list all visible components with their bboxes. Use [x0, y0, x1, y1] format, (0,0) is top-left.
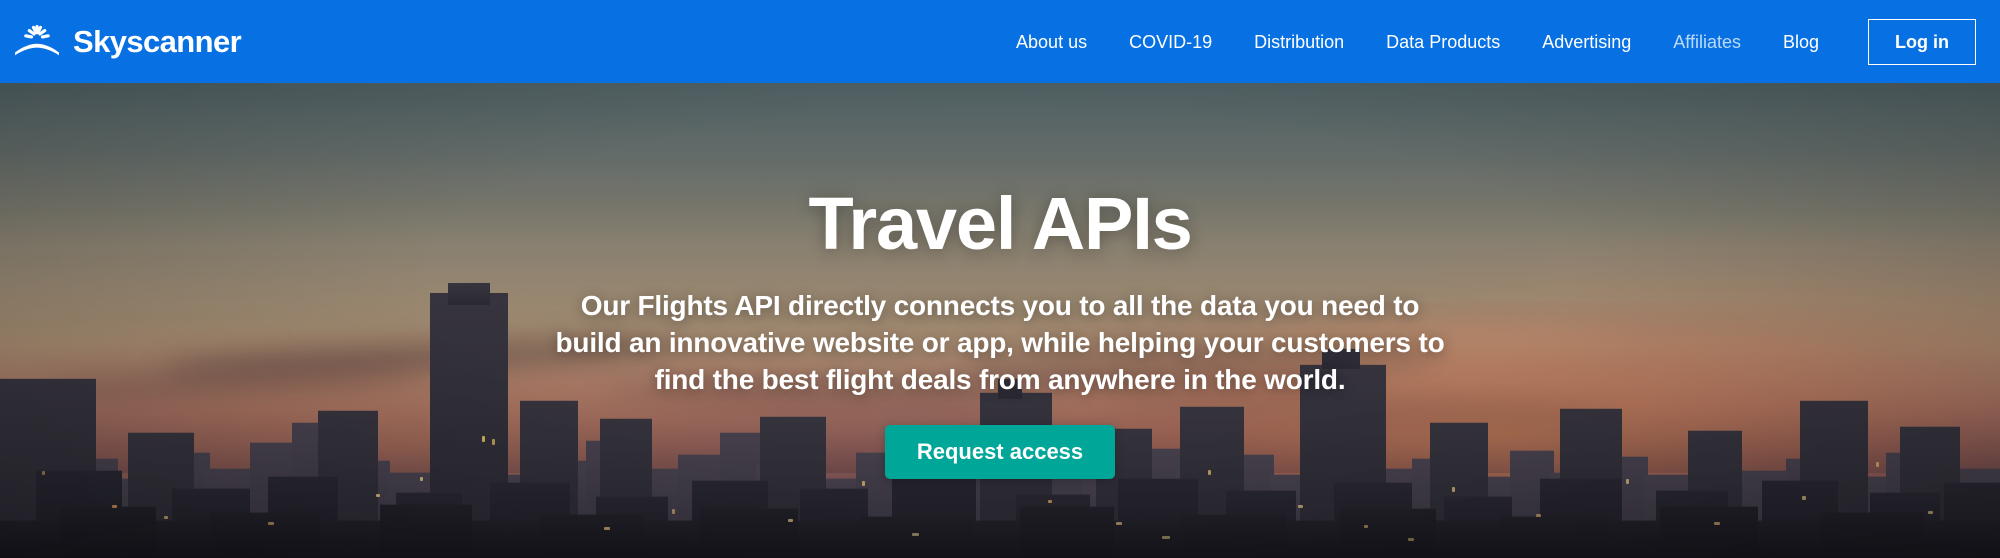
nav-item-distribution[interactable]: Distribution — [1233, 0, 1365, 83]
nav-item-blog[interactable]: Blog — [1762, 0, 1840, 83]
site-header: Skyscanner About us COVID-19 Distributio… — [0, 0, 2000, 83]
nav-item-affiliates[interactable]: Affiliates — [1652, 0, 1762, 83]
brand-name: Skyscanner — [73, 24, 242, 59]
skyscanner-sunburst-icon — [15, 24, 59, 55]
nav-item-advertising[interactable]: Advertising — [1521, 0, 1652, 83]
hero-content: Travel APIs Our Flights API directly con… — [0, 83, 2000, 558]
page-root: Skyscanner About us COVID-19 Distributio… — [0, 0, 2000, 558]
nav-item-covid-19[interactable]: COVID-19 — [1108, 0, 1233, 83]
nav-item-data-products[interactable]: Data Products — [1365, 0, 1521, 83]
login-button[interactable]: Log in — [1868, 18, 1976, 65]
brand-logo-link[interactable]: Skyscanner — [14, 0, 242, 83]
hero-subtitle: Our Flights API directly connects you to… — [555, 290, 1445, 396]
nav-item-about-us[interactable]: About us — [995, 0, 1108, 83]
main-nav: About us COVID-19 Distribution Data Prod… — [995, 0, 2000, 83]
request-access-button[interactable]: Request access — [884, 424, 1116, 479]
hero-section: Travel APIs Our Flights API directly con… — [0, 83, 2000, 558]
hero-title: Travel APIs — [808, 182, 1192, 265]
